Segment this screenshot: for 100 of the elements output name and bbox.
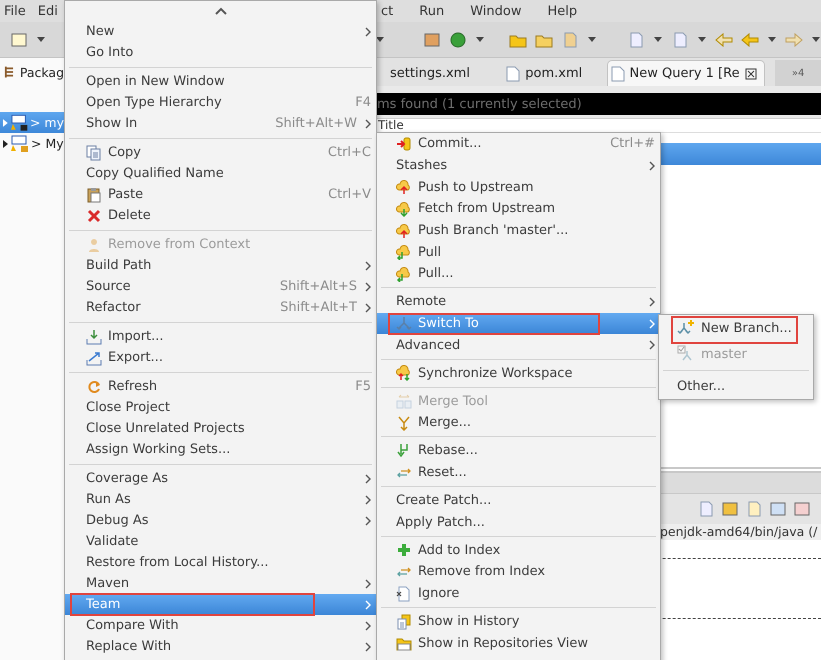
menu-item[interactable]: Pull... xyxy=(377,263,660,285)
tree-item[interactable]: > My xyxy=(0,133,64,154)
menu-item[interactable]: Refresh F5 xyxy=(65,376,376,397)
menu-item[interactable]: Open in New Window xyxy=(65,71,376,92)
branch-plus-icon xyxy=(677,319,695,337)
menu-item[interactable]: Close Unrelated Projects xyxy=(65,418,376,439)
menu-item[interactable]: Show In Shift+Alt+W xyxy=(65,113,376,134)
menu-item[interactable]: Debug As xyxy=(65,510,376,531)
menu-item[interactable]: Export... xyxy=(65,347,376,368)
chevron-right-icon xyxy=(649,296,655,307)
file-icon xyxy=(610,66,625,82)
menu-item[interactable]: Go Into xyxy=(65,42,376,63)
menu-item[interactable]: Reset... xyxy=(377,462,660,484)
view-tab[interactable]: Packag xyxy=(0,58,64,86)
caret-down-icon[interactable] xyxy=(653,36,663,42)
chevron-right-icon xyxy=(365,260,371,270)
chevron-right-icon xyxy=(365,118,371,128)
chevron-right-icon xyxy=(365,302,371,312)
menu-item[interactable]: New Branch... xyxy=(659,315,813,341)
menu-item[interactable]: Assign Working Sets... xyxy=(65,439,376,460)
import-icon xyxy=(86,328,102,344)
menu-item[interactable]: Merge... xyxy=(377,412,660,434)
menu-item[interactable]: Run As xyxy=(65,489,376,510)
menu-item[interactable]: Remove from Index xyxy=(377,561,660,583)
menu-item[interactable]: Show in History xyxy=(377,610,660,632)
editor-tab[interactable]: settings.xml xyxy=(377,60,490,86)
menu-item[interactable]: Replace With xyxy=(65,636,376,657)
branch-icon xyxy=(396,316,412,332)
editor-tab[interactable]: pom.xml xyxy=(493,60,603,86)
menu-item[interactable]: Pull xyxy=(377,241,660,264)
menu-item[interactable]: Rebase... xyxy=(377,440,660,462)
menu-item[interactable]: Add to Index xyxy=(377,539,660,562)
menu-item[interactable]: Close Project xyxy=(65,397,376,418)
menu-item[interactable]: Build Path xyxy=(65,255,376,276)
circle-icon[interactable] xyxy=(449,30,467,48)
refresh-icon xyxy=(86,378,102,394)
menu-item[interactable]: New xyxy=(65,21,376,42)
project-icon xyxy=(10,114,28,132)
shortcut-label: Shift+Alt+W xyxy=(275,116,357,131)
menu-bar-item[interactable]: Help xyxy=(543,4,586,18)
menu-item[interactable]: Copy Ctrl+C xyxy=(65,142,376,163)
chevron-right-icon xyxy=(365,26,371,36)
menu-bar-item[interactable]: Window xyxy=(466,4,530,18)
menu-item[interactable]: Delete xyxy=(65,205,376,226)
menu-item[interactable]: Fetch from Upstream xyxy=(377,198,660,220)
chevron-right-icon xyxy=(365,642,371,652)
arrow-left-icon[interactable] xyxy=(715,30,733,48)
menu-bar-item[interactable]: File xyxy=(0,4,34,18)
export-icon xyxy=(86,350,102,366)
menu-item[interactable]: Stashes xyxy=(377,154,660,176)
menu-item[interactable]: Refactor Shift+Alt+T xyxy=(65,297,376,318)
caret-down-icon[interactable] xyxy=(587,36,597,42)
shortcut-label: F5 xyxy=(355,379,371,394)
expand-arrow-icon[interactable] xyxy=(2,138,9,148)
menu-item[interactable]: Maven xyxy=(65,573,376,594)
menu-item[interactable]: Show in Repositories View xyxy=(377,632,660,654)
cloud-download-icon xyxy=(396,200,412,217)
menu-item[interactable]: Synchronize Workspace xyxy=(377,362,660,384)
editor-tab[interactable]: New Query 1 [Re xyxy=(606,60,766,86)
cloud-download-icon xyxy=(396,244,412,260)
caret-down-icon[interactable] xyxy=(36,36,46,42)
chevron-right-icon xyxy=(365,620,371,630)
menu-item[interactable]: Paste Ctrl+V xyxy=(65,184,376,205)
chevron-right-icon xyxy=(365,494,371,504)
menu-item[interactable]: Validate xyxy=(65,531,376,552)
caret-down-icon[interactable] xyxy=(697,36,707,42)
menu-item[interactable]: Compare With xyxy=(65,615,376,636)
menu-item[interactable]: Import... xyxy=(65,326,376,347)
tab-overflow-button[interactable]: »4 xyxy=(775,60,821,86)
menu-item[interactable]: Push Branch 'master'... xyxy=(377,220,660,242)
package-icon xyxy=(4,65,15,79)
menu-bar-item[interactable]: ct xyxy=(377,4,402,18)
menu-item[interactable]: Remote xyxy=(377,291,660,313)
menu-item[interactable]: Advanced xyxy=(377,334,660,356)
menu-item[interactable]: Push to Upstream xyxy=(377,176,660,198)
caret-down-icon[interactable] xyxy=(475,36,485,42)
menu-item[interactable]: Create Patch... xyxy=(377,490,660,512)
chevron-right-icon xyxy=(365,578,371,588)
menu-item[interactable]: Other... xyxy=(659,373,813,399)
menu-item[interactable]: Coverage As xyxy=(65,468,376,489)
menu-item[interactable]: Ignore xyxy=(377,582,660,604)
caret-down-icon[interactable] xyxy=(811,36,821,42)
caret-down-icon[interactable] xyxy=(375,36,385,42)
shortcut-label: Ctrl+C xyxy=(328,145,371,160)
chevron-up-icon[interactable] xyxy=(214,7,226,15)
menu-item[interactable]: Open Type Hierarchy F4 xyxy=(65,92,376,113)
file-icon xyxy=(506,66,520,82)
chevron-right-icon xyxy=(649,160,655,171)
menu-item[interactable]: Source Shift+Alt+S xyxy=(65,276,376,297)
menu-item[interactable]: Copy Qualified Name xyxy=(65,163,376,184)
menu-item[interactable]: Commit... Ctrl+# xyxy=(377,133,660,155)
shortcut-label: Ctrl+# xyxy=(610,136,655,152)
merge-icon xyxy=(396,414,412,431)
menu-bar-item[interactable]: Run xyxy=(415,4,452,18)
menu-bar-item[interactable]: Edi xyxy=(34,4,66,18)
menu-item[interactable]: Restore from Local History... xyxy=(65,552,376,573)
caret-down-icon[interactable] xyxy=(767,36,777,42)
cloud-sync-icon xyxy=(396,365,412,382)
close-icon[interactable] xyxy=(744,68,757,80)
project-icon xyxy=(11,134,29,152)
